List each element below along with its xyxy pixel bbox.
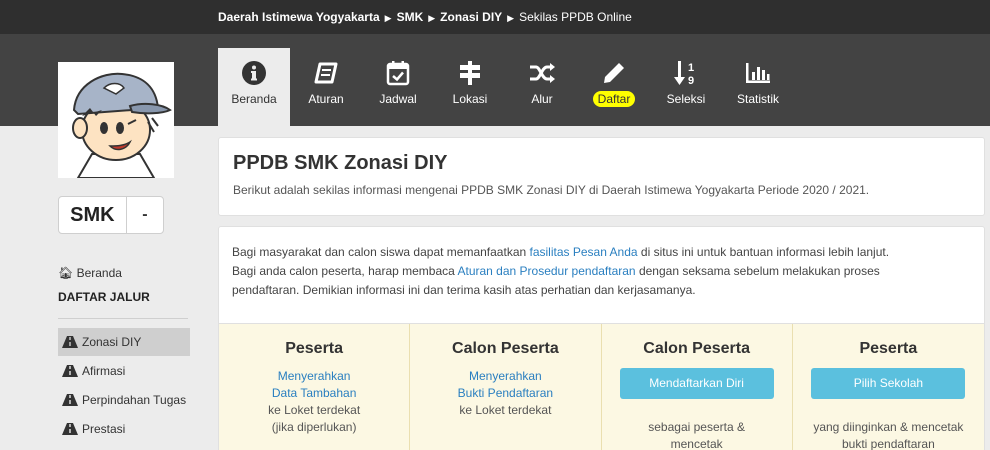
road-icon [62, 365, 78, 377]
caret-down-icon: - [142, 206, 148, 223]
step-bukti-pendaftaran: Calon Peserta Menyerahkan Bukti Pendafta… [410, 324, 602, 450]
tab-beranda[interactable]: Beranda [218, 48, 290, 126]
road-icon [62, 336, 78, 348]
step-title: Peserta [285, 340, 344, 357]
sidebar-item-label: Perpindahan Tugas [82, 393, 187, 407]
pilih-sekolah-button[interactable]: Pilih Sekolah [811, 368, 966, 399]
step-mendaftarkan-diri: Calon Peserta Mendaftarkan Diri sebagai … [602, 324, 793, 450]
sidebar-item-label: Prestasi [82, 422, 126, 436]
sidebar-list: Zonasi DIY Afirmasi Perpindahan Tugas Pr… [58, 328, 190, 444]
sidebar-item-afirmasi[interactable]: Afirmasi [58, 357, 190, 385]
registration-steps: Peserta Menyerahkan Data Tambahan ke Lok… [218, 324, 985, 450]
tab-label: Aturan [308, 92, 344, 106]
step-text: mencetak [670, 437, 723, 450]
tab-daftar[interactable]: Daftar [578, 48, 650, 126]
level-dropdown-toggle[interactable]: - [125, 197, 163, 233]
tab-statistik[interactable]: Statistik [722, 48, 794, 126]
tab-label: Lokasi [452, 92, 488, 106]
step-pilih-sekolah: Peserta Pilih Sekolah yang diinginkan & … [793, 324, 984, 450]
tab-label: Beranda [231, 92, 277, 106]
breadcrumb-item-path[interactable]: Zonasi DIY [440, 10, 502, 24]
sidebar-home-link[interactable]: 🏠︎ Beranda [58, 266, 122, 280]
sidebar-item-prestasi[interactable]: Prestasi [58, 415, 190, 443]
breadcrumb-separator-icon: ▶ [384, 13, 392, 23]
breadcrumb-item-province[interactable]: Daerah Istimewa Yogyakarta [218, 10, 380, 24]
random-icon [528, 56, 556, 90]
pencil-icon [601, 56, 627, 90]
sidebar-section-title: DAFTAR JALUR [58, 290, 150, 304]
sidebar-item-zonasi[interactable]: Zonasi DIY [58, 328, 190, 356]
tab-alur[interactable]: Alur [506, 48, 578, 126]
road-icon [62, 394, 78, 406]
info-line-2: Bagi anda calon peserta, harap membaca A… [232, 264, 880, 278]
sidebar-home-label: Beranda [76, 266, 122, 280]
sidebar-item-perpindahan-tugas[interactable]: Perpindahan Tugas [58, 386, 190, 414]
info-card: Bagi masyarakat dan calon siswa dapat me… [218, 226, 985, 324]
breadcrumb-item-level[interactable]: SMK [397, 10, 424, 24]
breadcrumb: Daerah Istimewa Yogyakarta ▶ SMK ▶ Zonasi DI… [0, 0, 990, 34]
step-text: (jika diperlukan) [271, 420, 357, 434]
mendaftarkan-diri-button[interactable]: Mendaftarkan Diri [619, 368, 774, 399]
main-nav: Beranda Aturan Jadwal Lokasi Alur Daftar… [218, 48, 794, 126]
level-select-value: SMK [70, 203, 115, 226]
tab-jadwal[interactable]: Jadwal [362, 48, 434, 126]
mascot-illustration [58, 62, 174, 178]
step-link-text[interactable]: Menyerahkan [410, 368, 600, 385]
breadcrumb-separator-icon: ▶ [507, 13, 515, 23]
book-icon [313, 56, 339, 90]
tab-label: Seleksi [666, 92, 706, 106]
breadcrumb-item-current: Sekilas PPDB Online [519, 10, 632, 24]
pesan-anda-link[interactable]: fasilitas Pesan Anda [530, 245, 638, 259]
aturan-prosedur-link[interactable]: Aturan dan Prosedur pendaftaran [457, 264, 635, 278]
tab-seleksi[interactable]: 19 Seleksi [650, 48, 722, 126]
step-link-text[interactable]: Data Tambahan [219, 385, 409, 402]
signpost-icon [457, 56, 483, 90]
step-link-text[interactable]: Menyerahkan [219, 368, 409, 385]
bar-chart-icon [744, 56, 772, 90]
info-line-1: Bagi masyarakat dan calon siswa dapat me… [232, 245, 890, 259]
svg-text:9: 9 [688, 75, 694, 87]
sort-numeric-icon: 19 [673, 56, 699, 90]
sidebar-divider [58, 318, 188, 319]
info-line-3: pendaftaran. Demikian informasi ini dan … [232, 283, 696, 297]
page-subtitle: Berikut adalah sekilas informasi mengena… [233, 183, 870, 197]
road-icon [62, 423, 78, 435]
tab-label: Jadwal [379, 92, 417, 106]
calendar-check-icon [386, 56, 410, 90]
step-title: Calon Peserta [643, 340, 750, 357]
step-title: Peserta [859, 340, 918, 357]
breadcrumb-separator-icon: ▶ [428, 13, 436, 23]
step-link-text[interactable]: Bukti Pendaftaran [410, 385, 600, 402]
step-text: ke Loket terdekat [268, 403, 361, 417]
step-title: Calon Peserta [452, 340, 559, 357]
page-title: PPDB SMK Zonasi DIY [233, 152, 448, 174]
sidebar-item-label: Afirmasi [82, 364, 126, 378]
tab-label: Alur [531, 92, 553, 106]
info-circle-icon [241, 56, 267, 90]
svg-text:1: 1 [688, 62, 694, 74]
step-text: bukti pendaftaran [842, 437, 935, 450]
step-text: ke Loket terdekat [459, 403, 552, 417]
tab-label: Statistik [736, 92, 779, 106]
page-header-card: PPDB SMK Zonasi DIY Berikut adalah sekil… [218, 137, 985, 216]
step-data-tambahan: Peserta Menyerahkan Data Tambahan ke Lok… [219, 324, 411, 450]
tab-lokasi[interactable]: Lokasi [434, 48, 506, 126]
level-select[interactable]: SMK - [58, 196, 164, 234]
home-icon: 🏠︎ [58, 266, 74, 280]
tab-label: Daftar [592, 91, 636, 107]
tab-aturan[interactable]: Aturan [290, 48, 362, 126]
step-text: sebagai peserta & [648, 420, 745, 434]
sidebar-item-label: Zonasi DIY [82, 335, 142, 349]
avatar [58, 62, 174, 178]
step-text: yang diinginkan & mencetak [813, 420, 964, 434]
